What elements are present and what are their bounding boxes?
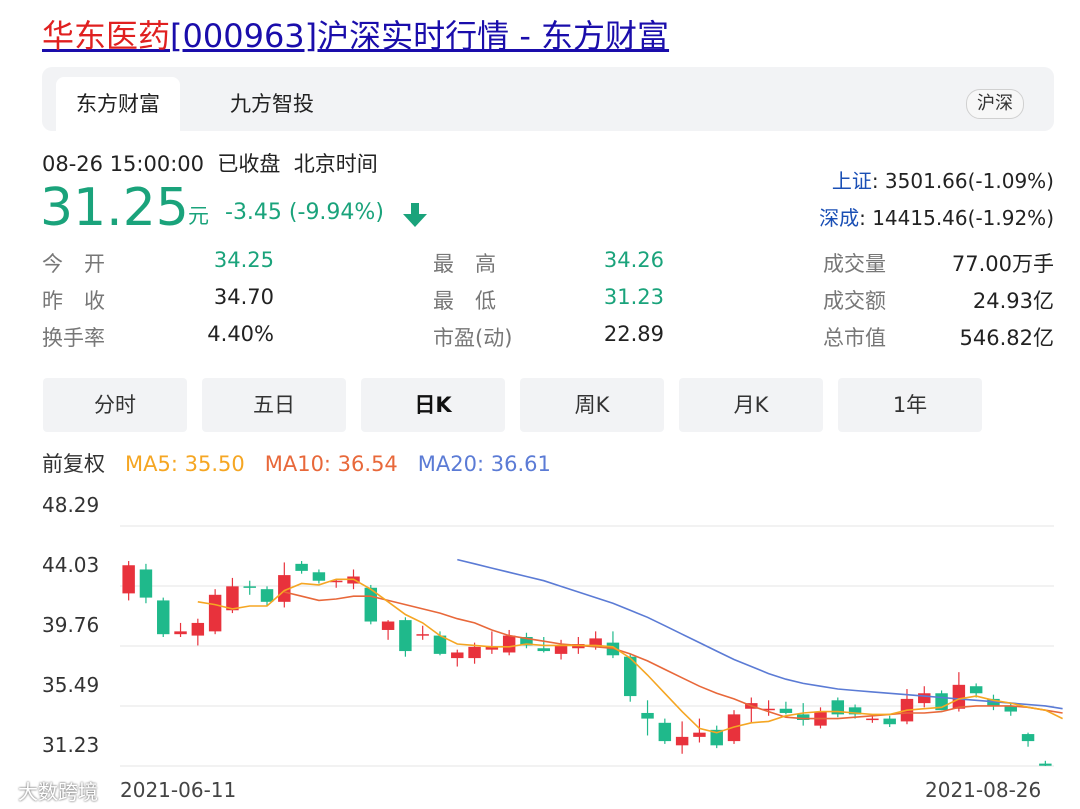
candle-body: [243, 586, 256, 588]
candle: [122, 561, 135, 601]
candle-body: [918, 693, 931, 704]
watermark-logo: 大数跨境: [18, 780, 98, 804]
candle: [174, 622, 187, 637]
candle-body: [952, 684, 966, 709]
candle-body: [658, 722, 672, 742]
candle: [1039, 760, 1052, 766]
candle-body: [589, 638, 602, 646]
candle: [779, 701, 793, 715]
candle-body: [295, 563, 308, 571]
candle: [745, 697, 758, 723]
candle-body: [675, 736, 689, 746]
candle-body: [537, 648, 550, 652]
candle: [278, 562, 291, 608]
candle: [952, 672, 966, 712]
candle-body: [399, 620, 412, 652]
candle-body: [866, 718, 879, 721]
candle: [675, 721, 689, 754]
candle-body: [641, 712, 654, 719]
candle: [243, 580, 256, 595]
candle-body: [122, 565, 135, 594]
candle: [399, 617, 412, 657]
candle: [451, 649, 464, 667]
kline-chart[interactable]: [0, 0, 1080, 809]
candle-body: [260, 589, 274, 602]
candle-body: [226, 586, 239, 611]
candle: [1021, 732, 1035, 747]
candle: [139, 563, 153, 604]
candle: [606, 631, 620, 659]
candle-body: [381, 621, 395, 630]
candle-body: [139, 569, 153, 598]
candle-body: [1039, 763, 1052, 766]
candle: [693, 718, 706, 743]
candle: [208, 589, 222, 635]
candle-body: [174, 631, 187, 635]
candle: [710, 725, 723, 749]
candle: [416, 625, 429, 640]
candle: [364, 584, 378, 625]
candle-body: [779, 708, 793, 713]
candle: [295, 561, 308, 574]
candle-body: [157, 600, 170, 635]
candle: [312, 569, 326, 584]
candle-body: [502, 635, 516, 653]
candle-body: [312, 572, 326, 581]
candle: [485, 631, 499, 654]
candle-body: [693, 732, 706, 737]
candle: [1004, 703, 1017, 716]
candle: [883, 715, 896, 728]
candle-body: [208, 594, 222, 632]
candle-body: [1021, 734, 1035, 742]
candle-body: [191, 622, 205, 636]
x-start-label: 2021-06-11: [120, 778, 237, 802]
candle: [831, 697, 845, 718]
candle: [624, 653, 637, 702]
candle-body: [451, 652, 464, 659]
candle: [191, 618, 205, 646]
candle-body: [468, 646, 481, 659]
x-end-label: 2021-08-26: [925, 778, 1042, 802]
candle: [658, 718, 672, 744]
candle: [157, 597, 170, 637]
candle-body: [969, 686, 983, 694]
candle-body: [416, 634, 429, 636]
candle: [381, 620, 395, 640]
candle-body: [554, 645, 568, 654]
candle-body: [883, 718, 896, 725]
